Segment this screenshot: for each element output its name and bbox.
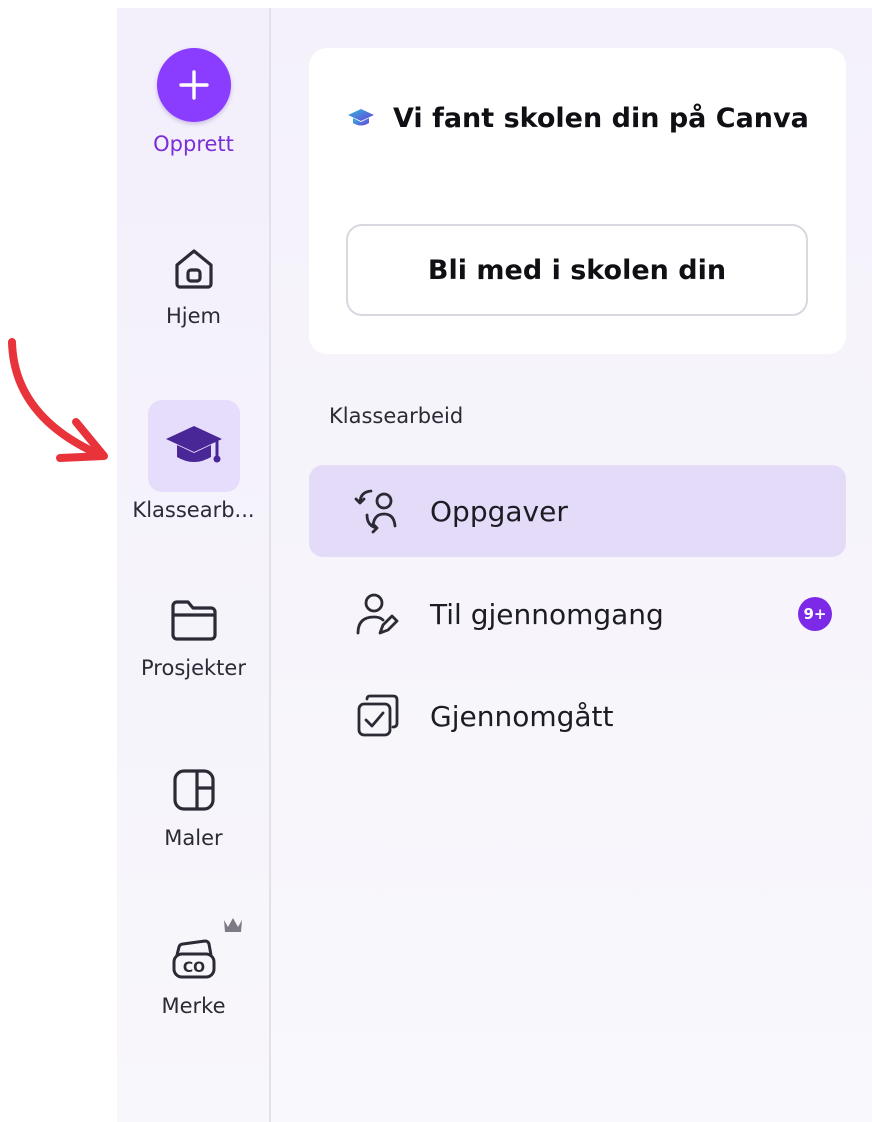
school-card-title: Vi fant skolen din på Canva bbox=[393, 103, 809, 134]
graduation-cap-icon bbox=[147, 400, 240, 492]
svg-text:CO: CO bbox=[182, 960, 204, 976]
sidebar-item-brand[interactable]: CO Merke bbox=[117, 918, 270, 1018]
school-card-title-row: Vi fant skolen din på Canva bbox=[347, 92, 817, 146]
sidebar-item-label: Maler bbox=[164, 826, 223, 850]
school-found-card: Vi fant skolen din på Canva Bli med i sk… bbox=[309, 48, 846, 354]
create-label: Opprett bbox=[153, 132, 234, 156]
sidebar-item-projects[interactable]: Prosjekter bbox=[117, 590, 270, 680]
classwork-item-for-review[interactable]: Til gjennomgang 9+ bbox=[309, 568, 846, 660]
home-icon bbox=[164, 238, 224, 298]
sidebar-item-label: Hjem bbox=[165, 304, 221, 328]
join-school-button[interactable]: Bli med i skolen din bbox=[346, 224, 808, 316]
reviewed-icon bbox=[352, 690, 404, 742]
brand-kit-icon: CO bbox=[164, 918, 242, 988]
sidebar-item-templates[interactable]: Maler bbox=[117, 760, 270, 850]
sidebar-item-label: Klassearb... bbox=[132, 498, 255, 522]
create-button[interactable]: Opprett bbox=[117, 48, 270, 156]
count-badge: 9+ bbox=[798, 597, 832, 631]
classwork-item-assignments[interactable]: Oppgaver bbox=[309, 465, 846, 557]
template-icon bbox=[164, 760, 224, 820]
app-window: Opprett Hjem Klassearb... Prosjekter Mal… bbox=[0, 0, 872, 1122]
classwork-item-label: Oppgaver bbox=[430, 494, 568, 528]
assignments-icon bbox=[352, 485, 404, 537]
sidebar-item-label: Merke bbox=[161, 994, 226, 1018]
crown-icon bbox=[222, 916, 244, 938]
annotation-arrow bbox=[8, 338, 108, 462]
folder-icon bbox=[164, 590, 224, 650]
graduation-cap-icon bbox=[347, 93, 375, 126]
sidebar-item-classwork[interactable]: Klassearb... bbox=[117, 400, 270, 522]
classwork-item-label: Til gjennomgang bbox=[430, 597, 664, 631]
sidebar-item-label: Prosjekter bbox=[141, 656, 246, 680]
sidebar-item-home[interactable]: Hjem bbox=[117, 238, 270, 328]
classwork-item-reviewed[interactable]: Gjennomgått bbox=[309, 670, 846, 762]
plus-icon[interactable] bbox=[156, 48, 231, 122]
classwork-item-label: Gjennomgått bbox=[430, 699, 614, 733]
classwork-heading: Klassearbeid bbox=[329, 404, 464, 428]
review-icon bbox=[352, 588, 404, 640]
